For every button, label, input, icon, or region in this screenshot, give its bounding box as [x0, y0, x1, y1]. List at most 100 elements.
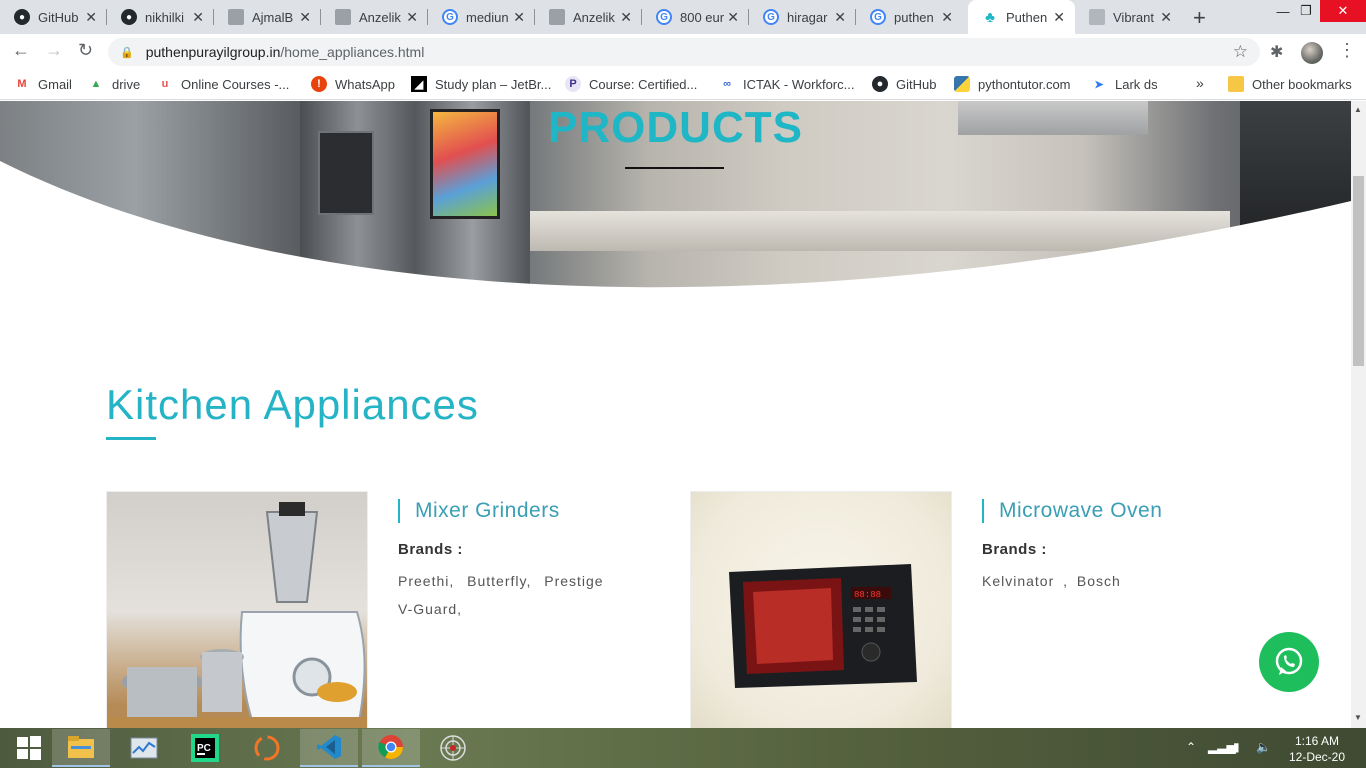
windows-taskbar: PC ⌃ ▂▃▅ ▮ 🔈 1:16 AM 12-Dec-20: [0, 728, 1366, 768]
windows-start-icon[interactable]: [0, 729, 58, 767]
tab-vibrant[interactable]: Vibrant ✕: [1075, 0, 1182, 34]
close-icon[interactable]: ✕: [620, 9, 632, 26]
close-icon[interactable]: ✕: [1053, 9, 1065, 26]
hero-title: PRODUCTS: [548, 103, 803, 152]
vscode-icon[interactable]: [300, 729, 358, 767]
bookmark-drive[interactable]: ▲ drive: [88, 76, 141, 92]
bookmark-course-certified[interactable]: P Course: Certified...: [565, 76, 697, 92]
tab-label: nikhilki: [145, 9, 185, 25]
close-icon[interactable]: ✕: [85, 9, 97, 26]
spider-app-icon[interactable]: [424, 729, 482, 767]
window-close-icon[interactable]: ✕: [1320, 0, 1366, 22]
brands-line: V-Guard,: [398, 601, 463, 617]
close-icon[interactable]: ✕: [834, 9, 846, 26]
alert-icon: !: [311, 76, 327, 92]
bookmark-whatsapp[interactable]: ! WhatsApp: [311, 76, 395, 92]
page-scrollbar[interactable]: ▲ ▼: [1351, 101, 1366, 728]
google-icon: G: [656, 9, 672, 25]
file-explorer-icon[interactable]: [52, 729, 110, 767]
hero-underline: [625, 167, 724, 169]
folder-icon: [1228, 76, 1244, 92]
bookmark-github[interactable]: ● GitHub: [872, 76, 936, 92]
network-signal-icon[interactable]: ▂▃▅: [1208, 740, 1236, 754]
bookmark-label: Lark ds: [1115, 76, 1158, 92]
tray-chevron-up-icon[interactable]: ⌃: [1186, 740, 1196, 754]
tab-label: puthen: [894, 9, 934, 25]
back-icon[interactable]: ←: [12, 40, 30, 61]
close-icon[interactable]: ✕: [192, 9, 204, 26]
bookmark-gmail[interactable]: M Gmail: [14, 76, 72, 92]
tab-puthen-search[interactable]: G puthen ✕: [856, 0, 963, 34]
product-title-microwave[interactable]: Microwave Oven: [982, 499, 1162, 523]
close-icon[interactable]: ✕: [299, 9, 311, 26]
section-underline: [106, 437, 156, 440]
bookmark-online-courses[interactable]: u Online Courses -...: [157, 76, 290, 92]
microwave-drawing: 88:88: [729, 564, 917, 688]
task-manager-icon[interactable]: [115, 729, 173, 767]
tab-label: hiragar: [787, 9, 828, 25]
address-bar[interactable]: 🔒 puthenpurayilgroup.in /home_appliances…: [108, 38, 1260, 66]
kebab-menu-icon[interactable]: ⋮: [1338, 40, 1356, 61]
bookmark-label: pythontutor.com: [978, 76, 1071, 92]
new-tab-plus-icon[interactable]: +: [1193, 5, 1206, 31]
close-icon[interactable]: ✕: [1160, 9, 1172, 26]
bookmark-star-icon[interactable]: ☆: [1233, 42, 1248, 62]
bookmark-lark[interactable]: ➤ Lark ds: [1091, 76, 1158, 92]
volume-icon[interactable]: 🔈: [1256, 740, 1271, 754]
tab-anzelik[interactable]: Anzelik ✕: [321, 0, 428, 34]
google-icon: G: [763, 9, 779, 25]
bookmark-label: drive: [112, 76, 141, 92]
page-icon: [335, 9, 351, 25]
close-icon[interactable]: ✕: [727, 9, 739, 26]
google-icon: G: [442, 9, 458, 25]
tab-strip: ● GitHub ✕ ● nikhilki ✕ AjmalB ✕ Anzelik…: [0, 0, 1366, 34]
scroll-down-arrow-icon[interactable]: ▼: [1354, 713, 1362, 722]
page-viewport: PRODUCTS Kitchen Appliances Mixer Grinde…: [0, 101, 1351, 728]
hero-banner: PRODUCTS: [0, 101, 1351, 301]
lark-icon: ➤: [1094, 78, 1104, 91]
tab-anzelik-2[interactable]: Anzelik ✕: [535, 0, 642, 34]
whatsapp-chat-button[interactable]: [1259, 632, 1319, 692]
tab-label: AjmalB: [252, 9, 294, 25]
tab-puthen-active[interactable]: ♣ Puthen ✕: [968, 0, 1075, 34]
bookmark-label: Course: Certified...: [589, 76, 698, 92]
reload-icon[interactable]: ↻: [78, 40, 93, 61]
other-bookmarks[interactable]: Other bookmarks: [1228, 76, 1352, 92]
profile-avatar[interactable]: [1301, 42, 1323, 64]
battery-icon[interactable]: ▮: [1233, 740, 1240, 754]
scrollbar-thumb[interactable]: [1353, 176, 1364, 366]
tab-github[interactable]: ● GitHub ✕: [0, 0, 107, 34]
product-title-mixer[interactable]: Mixer Grinders: [398, 499, 560, 523]
brands-list-microwave: Kelvinator , Bosch: [982, 573, 1121, 589]
python-icon: [954, 76, 970, 92]
url-host: puthenpurayilgroup.in: [145, 44, 281, 60]
tab-label: Vibrant: [1113, 9, 1154, 25]
tab-800-eur[interactable]: G 800 eur ✕: [642, 0, 749, 34]
chrome-icon[interactable]: [362, 729, 420, 767]
close-icon[interactable]: ✕: [406, 9, 418, 26]
close-icon[interactable]: ✕: [941, 9, 953, 26]
bookmark-label: GitHub: [896, 76, 937, 92]
jupyter-icon[interactable]: [238, 729, 296, 767]
bookmark-label: ICTAK - Workforc...: [743, 76, 855, 92]
tab-nikhilki[interactable]: ● nikhilki ✕: [107, 0, 214, 34]
tab-medium[interactable]: G mediun ✕: [428, 0, 535, 34]
pycharm-icon[interactable]: PC: [176, 729, 234, 767]
bookmark-study-plan[interactable]: ◢ Study plan – JetBr...: [411, 76, 551, 92]
tab-ajmalb[interactable]: AjmalB ✕: [214, 0, 321, 34]
extensions-puzzle-icon[interactable]: ✱: [1270, 42, 1283, 62]
lotus-icon: ♣: [985, 8, 995, 26]
bookmark-pythontutor[interactable]: pythontutor.com: [954, 76, 1071, 92]
tab-label: Puthen: [1006, 9, 1048, 25]
scroll-up-arrow-icon[interactable]: ▲: [1354, 105, 1362, 114]
svg-text:PC: PC: [197, 743, 211, 754]
bookmarks-bar: M Gmail ▲ drive u Online Courses -... ! …: [0, 70, 1366, 100]
chevron-more-icon[interactable]: »: [1196, 75, 1204, 91]
page-icon: [228, 9, 244, 25]
tab-hiragana[interactable]: G hiragar ✕: [749, 0, 856, 34]
close-icon[interactable]: ✕: [513, 9, 525, 26]
bookmark-ictak[interactable]: ∞ ICTAK - Workforc...: [719, 76, 854, 92]
taskbar-clock[interactable]: 1:16 AM 12-Dec-20: [1282, 733, 1352, 765]
forward-icon[interactable]: →: [45, 40, 63, 61]
lock-icon[interactable]: 🔒: [120, 46, 134, 59]
